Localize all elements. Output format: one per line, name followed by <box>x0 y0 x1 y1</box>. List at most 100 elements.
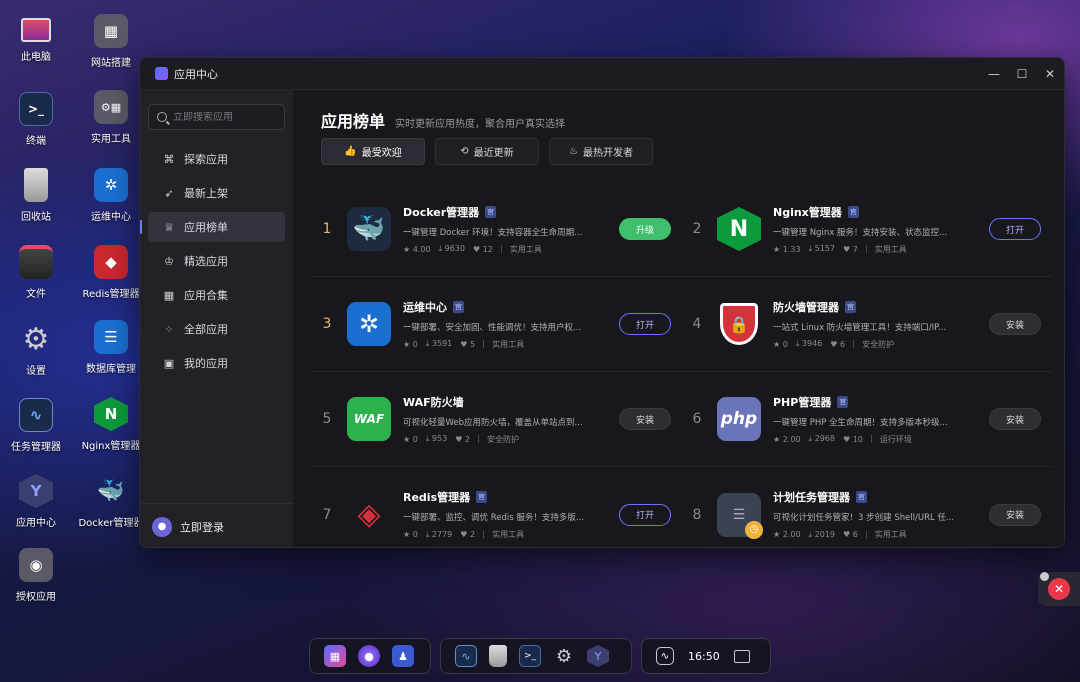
task-icon: ∿ <box>19 398 53 432</box>
desktop-icon-license[interactable]: ◉ 授权应用 <box>1 548 71 618</box>
sidebar-item-all[interactable]: ⁘ 全部应用 <box>148 314 285 344</box>
app-rank: 7 <box>322 506 332 523</box>
tab-popular[interactable]: 👍 最受欢迎 <box>321 138 425 165</box>
app-card-firewall[interactable]: 4 🔒 防火墙管理器官 一站式 Linux 防火墙管理工具！支持端口/IP...… <box>683 277 1053 371</box>
desktop-icon-database[interactable]: ☰ 数据库管理 <box>76 320 146 390</box>
dismiss-dot-icon[interactable] <box>1040 572 1049 581</box>
desktop-icon-taskmgr[interactable]: ∿ 任务管理器 <box>1 398 71 468</box>
page-header: 应用榜单 实时更新应用热度，聚合用户真实选择 <box>321 108 565 132</box>
desktop-icon-redis[interactable]: ◆ Redis管理器 <box>76 245 146 315</box>
open-button[interactable]: 打开 <box>619 503 671 526</box>
app-description: 一键管理 Docker 环境！支持容器全生命周期... <box>403 227 583 238</box>
desktop-icon-tools[interactable]: ⚙▦ 实用工具 <box>76 90 146 160</box>
sidebar-nav: ⌘ 探索应用 ➶ 最新上架 ♕ 应用榜单 ♔ 精选应用 ▦ 应用合集 ⁘ 全部应用 ▣ 我的应… <box>140 144 293 378</box>
task-icon[interactable]: ∿ <box>455 645 477 667</box>
app-name: WAF防火墙 <box>403 395 464 409</box>
grid-icon: ▦ <box>163 288 175 302</box>
desktop-icon-settings[interactable]: ⚙ 设置 <box>1 322 71 392</box>
app-card-cron[interactable]: 8 ☰ ◷ 计划任务管理器官 可视化计划任务管家！3 步创建 Shell/URL… <box>683 467 1053 547</box>
taskbar-tray-group: ∿ 16:50 <box>641 638 771 674</box>
install-button[interactable]: 安装 <box>619 408 671 430</box>
taskbar-clock[interactable]: 16:50 <box>688 650 720 663</box>
app-description: 可视化轻量Web应用防火墙，覆盖从单站点到... <box>403 417 583 428</box>
sidebar-item-ranking[interactable]: ♕ 应用榜单 <box>140 212 285 242</box>
app-category: 实用工具 <box>874 244 907 254</box>
desktop-icon-trash[interactable]: 回收站 <box>1 168 71 238</box>
window-titlebar[interactable]: 应用中心 — ☐ ✕ <box>140 58 1064 90</box>
appcenter-icon <box>155 67 168 80</box>
heart-icon: ♥ <box>460 530 470 539</box>
upgrade-button[interactable]: 升级 <box>619 218 671 240</box>
website-icon: ▦ <box>94 14 128 48</box>
open-button[interactable]: 打开 <box>619 313 671 335</box>
ops-icon: ✲ <box>347 302 391 346</box>
folder-icon <box>19 245 53 279</box>
app-row: 5 WAF WAF防火墙 可视化轻量Web应用防火墙，覆盖从单站点到... ★ … <box>313 372 1053 467</box>
gear-icon: ⚙ <box>22 321 50 357</box>
sidebar-item-collections[interactable]: ▦ 应用合集 <box>148 280 285 310</box>
heart-icon: ♥ <box>842 244 853 254</box>
activity-icon[interactable]: ∿ <box>656 647 674 665</box>
app-card-waf[interactable]: 5 WAF WAF防火墙 可视化轻量Web应用防火墙，覆盖从单站点到... ★ … <box>313 372 683 466</box>
official-badge: 官 <box>856 491 867 503</box>
open-button[interactable]: 打开 <box>989 218 1041 240</box>
tab-hot-developers[interactable]: ♨ 最热开发者 <box>549 138 653 165</box>
app-description: 可视化计划任务管家！3 步创建 Shell/URL 任... <box>773 513 955 523</box>
sidebar-item-mine[interactable]: ▣ 我的应用 <box>148 348 285 378</box>
install-button[interactable]: 安装 <box>989 313 1041 335</box>
search-input[interactable] <box>173 111 273 123</box>
install-button[interactable]: 安装 <box>989 408 1041 430</box>
app-description: 一键管理 Nginx 服务！支持安装、状态监控... <box>773 227 948 238</box>
app-category: 运行环境 <box>879 434 912 444</box>
app-card-php[interactable]: 6 php PHP管理器官 一键管理 PHP 全生命周期！支持多版本秒级... … <box>683 372 1053 466</box>
star-icon: ★ <box>773 530 783 539</box>
search-box[interactable] <box>148 104 285 130</box>
shield-lock-icon: 🔒 <box>720 303 758 345</box>
appcenter-icon[interactable]: Y <box>587 645 609 667</box>
trash-icon[interactable] <box>489 645 507 667</box>
desktop-icon-terminal[interactable]: >_ 终端 <box>1 92 71 162</box>
desktop-icon-files[interactable]: 文件 <box>1 245 71 315</box>
sidebar-item-new[interactable]: ➶ 最新上架 <box>148 178 285 208</box>
start-menu-icon[interactable]: ▦ <box>324 645 346 667</box>
user-manager-icon[interactable]: ♟ <box>392 645 414 667</box>
trash-icon <box>24 168 48 202</box>
app-row: 7 ◈ Redis管理器官 一键部署、监控、调优 Redis 服务！支持多版..… <box>313 467 1053 547</box>
assistant-icon[interactable]: ● <box>358 645 380 667</box>
heart-icon: ♥ <box>842 434 853 444</box>
app-card-nginx[interactable]: 2 N Nginx管理器官 一键管理 Nginx 服务！支持安装、状态监控...… <box>683 182 1053 276</box>
minimize-button[interactable]: — <box>980 58 1008 90</box>
gear-icon[interactable]: ⚙ <box>553 645 575 667</box>
desktop-icon-nginx[interactable]: N Nginx管理器 <box>76 397 146 467</box>
taskbar-apps-group: ∿ >_ ⚙ Y <box>440 638 632 674</box>
desktop-icon-ops[interactable]: ✲ 运维中心 <box>76 168 146 238</box>
close-button[interactable]: ✕ <box>1036 58 1064 90</box>
app-card-docker[interactable]: 1 🐳 Docker管理器官 一键管理 Docker 环境！支持容器全生命周期.… <box>313 182 683 276</box>
star-icon: ★ <box>773 434 783 444</box>
desktop-show-icon[interactable] <box>733 649 750 663</box>
docker-icon: 🐳 <box>97 478 125 504</box>
login-button[interactable]: ● 立即登录 <box>140 503 293 547</box>
app-description: 一站式 Linux 防火墙管理工具！支持端口/IP... <box>773 322 947 333</box>
app-category: 安全防护 <box>862 339 895 349</box>
maximize-button[interactable]: ☐ <box>1008 58 1036 90</box>
error-notification-widget[interactable]: ✕ <box>1038 572 1080 606</box>
app-card-ops[interactable]: 3 ✲ 运维中心官 一键部署、安全加固、性能调优！支持用户权... ★ 0 ⤓ … <box>313 277 683 371</box>
terminal-icon[interactable]: >_ <box>519 645 541 667</box>
desktop-icon-docker[interactable]: 🐳 Docker管理器 <box>76 474 146 544</box>
app-meta: ★ 0 ⤓ 3591 ♥ 5 实用工具 <box>403 339 525 349</box>
install-button[interactable]: 安装 <box>989 503 1041 526</box>
tab-recent[interactable]: ⟲ 最近更新 <box>435 138 539 165</box>
sidebar-item-featured[interactable]: ♔ 精选应用 <box>148 246 285 276</box>
monitor-icon <box>21 18 51 42</box>
appcenter-icon: Y <box>19 474 53 508</box>
app-category: 安全防护 <box>487 434 519 444</box>
desktop-icon-computer[interactable]: 此电脑 <box>1 14 71 84</box>
desktop-icon-website[interactable]: ▦ 网站搭建 <box>76 14 146 84</box>
app-rank: 3 <box>322 316 332 332</box>
desktop-icon-appcenter[interactable]: Y 应用中心 <box>1 474 71 544</box>
rocket-icon: ➶ <box>164 186 174 200</box>
app-rank: 8 <box>692 506 702 523</box>
app-card-redis[interactable]: 7 ◈ Redis管理器官 一键部署、监控、调优 Redis 服务！支持多版..… <box>313 467 683 547</box>
sidebar-item-explore[interactable]: ⌘ 探索应用 <box>148 144 285 174</box>
